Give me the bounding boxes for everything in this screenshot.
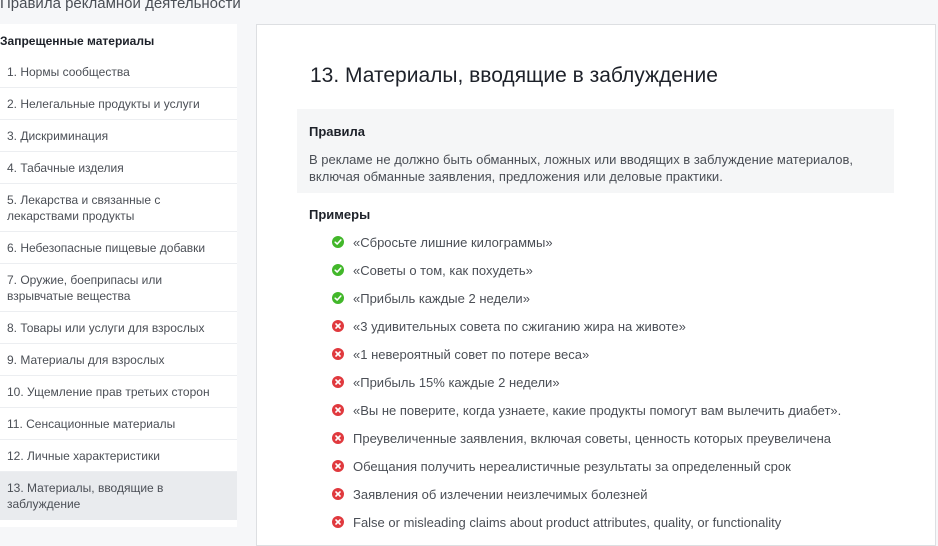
sidebar-item-label: 13. Материалы, вводящие в заблуждение (7, 481, 164, 511)
cross-icon (332, 516, 344, 528)
sidebar-item[interactable]: 8. Товары или услуги для взрослых (0, 312, 237, 344)
sidebar-item[interactable]: 1. Нормы сообщества (0, 56, 237, 88)
example-item: «Вы не поверите, когда узнаете, какие пр… (332, 396, 932, 424)
cross-icon (332, 432, 344, 444)
sidebar-item[interactable]: 12. Личные характеристики (0, 440, 237, 472)
example-item: «Советы о том, как похудеть» (332, 256, 932, 284)
sidebar-item-label: 8. Товары или услуги для взрослых (7, 320, 205, 335)
content-panel: 13. Материалы, вводящие в заблуждение Пр… (256, 24, 936, 546)
example-text: «Прибыль каждые 2 недели» (353, 290, 530, 306)
check-icon (332, 264, 344, 276)
rules-box: Правила В рекламе не должно быть обманны… (297, 109, 894, 193)
cross-icon (332, 348, 344, 360)
cross-icon (332, 488, 344, 500)
example-item: «Прибыль каждые 2 недели» (332, 284, 932, 312)
example-item: False or misleading claims about product… (332, 508, 932, 536)
examples-list: «Сбросьте лишние килограммы» «Советы о то… (332, 228, 932, 536)
example-item: Обещания получить нереалистичные результ… (332, 452, 932, 480)
sidebar-item-label: 2. Нелегальные продукты и услуги (7, 96, 200, 111)
sidebar-item[interactable]: 11. Сенсационные материалы (0, 408, 237, 440)
sidebar-item[interactable]: 13. Материалы, вводящие в заблуждение (0, 472, 237, 520)
sidebar-list: 1. Нормы сообщества 2. Нелегальные продук… (0, 56, 237, 520)
example-item: «3 удивительных совета по сжиганию жира … (332, 312, 932, 340)
sidebar-item-label: 5. Лекарства и связанные с лекарствами п… (7, 192, 161, 223)
sidebar-item-label: 1. Нормы сообщества (7, 64, 130, 79)
cross-icon (332, 460, 344, 472)
example-text: «1 невероятный совет по потере веса» (353, 346, 590, 362)
sidebar-item[interactable]: 3. Дискриминация (0, 120, 237, 152)
example-item: Заявления об излечении неизлечимых болез… (332, 480, 932, 508)
sidebar-item[interactable]: 6. Небезопасные пищевые добавки (0, 232, 237, 264)
check-icon (332, 236, 344, 248)
sidebar-item-label: 4. Табачные изделия (7, 160, 124, 175)
example-text: «Прибыль 15% каждые 2 недели» (353, 374, 560, 390)
sidebar: Запрещенные материалы 1. Нормы сообществ… (0, 24, 237, 527)
sidebar-item-label: 10. Ущемление прав третьих сторон (7, 384, 210, 399)
rules-text: В рекламе не должно быть обманных, ложны… (309, 152, 854, 184)
cross-icon (332, 376, 344, 388)
sidebar-item[interactable]: 7. Оружие, боеприпасы или взрывчатые вещ… (0, 264, 237, 312)
example-item: «Сбросьте лишние килограммы» (332, 228, 932, 256)
example-item: «1 невероятный совет по потере веса» (332, 340, 932, 368)
example-text: Обещания получить нереалистичные результ… (353, 458, 791, 474)
sidebar-item-label: 12. Личные характеристики (7, 448, 160, 463)
example-item: «Прибыль 15% каждые 2 недели» (332, 368, 932, 396)
sidebar-item[interactable]: 9. Материалы для взрослых (0, 344, 237, 376)
example-text: «Вы не поверите, когда узнаете, какие пр… (353, 402, 842, 418)
sidebar-heading: Запрещенные материалы (0, 34, 155, 48)
sidebar-item[interactable]: 4. Табачные изделия (0, 152, 237, 184)
sidebar-item[interactable]: 5. Лекарства и связанные с лекарствами п… (0, 184, 237, 232)
example-text: Преувеличенные заявления, включая советы… (353, 430, 831, 446)
example-text: False or misleading claims about product… (353, 514, 782, 530)
sidebar-item-label: 9. Материалы для взрослых (7, 352, 165, 367)
check-icon (332, 292, 344, 304)
sidebar-item-label: 11. Сенсационные материалы (7, 416, 176, 431)
sidebar-item[interactable]: 2. Нелегальные продукты и услуги (0, 88, 237, 120)
examples-heading: Примеры (309, 207, 371, 222)
sidebar-item-label: 7. Оружие, боеприпасы или взрывчатые вещ… (7, 272, 163, 303)
cross-icon (332, 320, 344, 332)
example-text: «Сбросьте лишние килограммы» (353, 234, 553, 250)
rules-heading: Правила (309, 124, 365, 139)
example-text: «Советы о том, как похудеть» (353, 262, 533, 278)
content-title: 13. Материалы, вводящие в заблуждение (310, 64, 718, 87)
sidebar-item-label: 6. Небезопасные пищевые добавки (7, 240, 206, 255)
page-title: Правила рекламной деятельности (0, 0, 241, 12)
cross-icon (332, 404, 344, 416)
example-text: «3 удивительных совета по сжиганию жира … (353, 318, 686, 334)
example-item: Преувеличенные заявления, включая советы… (332, 424, 932, 452)
example-text: Заявления об излечении неизлечимых болез… (353, 486, 648, 502)
sidebar-item[interactable]: 10. Ущемление прав третьих сторон (0, 376, 237, 408)
sidebar-item-label: 3. Дискриминация (7, 128, 109, 143)
